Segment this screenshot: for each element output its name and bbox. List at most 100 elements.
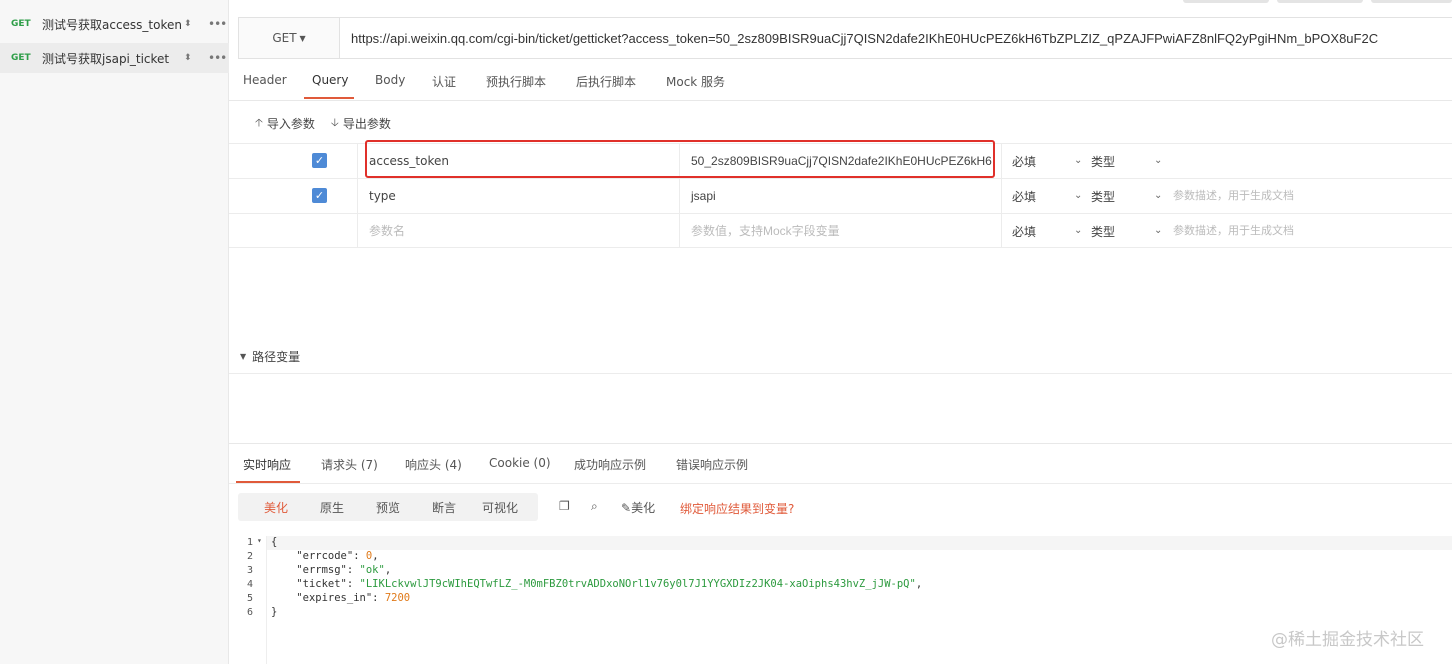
tab-response-headers[interactable]: 响应头 (4): [405, 456, 462, 473]
app-window: GET 测试号获取access_token ⬍ ••• GET 测试号获取jsa…: [0, 0, 1452, 664]
response-tabs: 实时响应 请求头 (7) 响应头 (4) Cookie (0) 成功响应示例 错…: [229, 444, 1452, 484]
type-select[interactable]: 类型: [1091, 214, 1115, 250]
line-number: 5: [247, 593, 254, 604]
bind-response-link[interactable]: 绑定响应结果到变量?: [680, 500, 794, 517]
caret-down-icon: ▼: [240, 352, 247, 361]
new-param-value-input[interactable]: 参数值，支持Mock字段变量: [680, 214, 1002, 248]
format-visualize[interactable]: 可视化: [482, 499, 518, 516]
url-bar: GET ▼ https://api.weixin.qq.com/cgi-bin/t…: [238, 17, 1452, 59]
tab-error-example[interactable]: 错误响应示例: [676, 456, 748, 473]
param-value-input[interactable]: 50_2sz809BISR9uaCjj7QISN2dafe2IKhE0HUcPE…: [680, 144, 1002, 178]
format-preview[interactable]: 预览: [376, 499, 400, 516]
line-number: 3: [247, 565, 254, 576]
required-select[interactable]: 必填: [1012, 179, 1036, 213]
active-tab-indicator: [236, 481, 300, 483]
caret-down-icon: ▼: [299, 33, 306, 43]
chevron-down-icon[interactable]: ⌄: [1154, 214, 1162, 248]
sort-icon[interactable]: ⬍: [184, 20, 192, 29]
line-number: 2: [247, 551, 254, 562]
tab-auth[interactable]: 认证: [432, 73, 456, 90]
toolbar-button[interactable]: [1277, 0, 1363, 3]
method-badge: GET: [11, 19, 31, 29]
response-panel: 实时响应 请求头 (7) 响应头 (4) Cookie (0) 成功响应示例 错…: [229, 443, 1452, 664]
watermark: @稀土掘金技术社区: [1271, 630, 1424, 650]
format-raw[interactable]: 原生: [320, 499, 344, 516]
more-icon[interactable]: •••: [208, 17, 227, 31]
response-code-viewer: 1 ▾ 2 3 4 5 6 { "errcode": 0, "errmsg": …: [229, 536, 1452, 664]
tab-pre-script[interactable]: 预执行脚本: [486, 73, 546, 90]
chevron-down-icon[interactable]: ⌄: [1074, 214, 1082, 248]
search-icon[interactable]: ⌕: [591, 499, 598, 514]
method-select[interactable]: GET ▼: [239, 18, 340, 58]
chevron-down-icon[interactable]: ⌄: [1154, 179, 1162, 213]
params-table: ✓ access_token 50_2sz809BISR9uaCjj7QISN2…: [229, 143, 1452, 248]
url-input[interactable]: https://api.weixin.qq.com/cgi-bin/ticket…: [340, 31, 1378, 46]
param-name-input[interactable]: access_token: [358, 144, 680, 178]
line-number: 6: [247, 607, 254, 618]
type-select[interactable]: 类型: [1091, 144, 1115, 180]
code-line: "errcode": 0,: [296, 550, 379, 562]
tab-query[interactable]: Query: [312, 73, 348, 87]
export-params-button[interactable]: 🡣 导出参数: [331, 114, 391, 133]
chevron-down-icon[interactable]: ⌄: [1074, 144, 1082, 178]
type-select[interactable]: 类型: [1091, 179, 1115, 215]
sidebar-item-access-token[interactable]: GET 测试号获取access_token ⬍ •••: [0, 9, 229, 39]
format-toggle-group: 美化 原生 预览 断言 可视化: [238, 493, 538, 521]
table-row: ✓ type jsapi 必填 ⌄ 类型 ⌄ 参数描述，用于生成文档: [229, 178, 1452, 213]
tab-body[interactable]: Body: [375, 73, 405, 87]
toolbar-button[interactable]: [1183, 0, 1269, 3]
code-line: "errmsg": "ok",: [296, 564, 392, 576]
method-badge: GET: [11, 53, 31, 63]
tab-request-headers[interactable]: 请求头 (7): [321, 456, 378, 473]
divider: [229, 373, 1452, 374]
more-icon[interactable]: •••: [208, 51, 227, 65]
param-io-toolbar: 🡡 导入参数 🡣 导出参数: [255, 114, 391, 133]
tab-live-response[interactable]: 实时响应: [243, 456, 291, 473]
sidebar-item-label: 测试号获取jsapi_ticket: [42, 51, 170, 66]
arrow-down-icon: 🡣: [330, 116, 339, 129]
sidebar: GET 测试号获取access_token ⬍ ••• GET 测试号获取jsa…: [0, 0, 229, 664]
tab-post-script[interactable]: 后执行脚本: [576, 73, 636, 90]
chevron-down-icon[interactable]: ⌄: [1154, 144, 1162, 178]
required-select[interactable]: 必填: [1012, 144, 1036, 178]
param-value-input[interactable]: jsapi: [680, 179, 1002, 213]
tab-success-example[interactable]: 成功响应示例: [574, 456, 646, 473]
table-row-new: 参数名 参数值，支持Mock字段变量 必填 ⌄ 类型 ⌄ 参数描述，用于生成文档: [229, 213, 1452, 248]
table-row: ✓ access_token 50_2sz809BISR9uaCjj7QISN2…: [229, 143, 1452, 178]
format-beautify[interactable]: 美化: [264, 499, 288, 516]
line-number: 1: [247, 537, 254, 548]
fold-icon[interactable]: ▾: [257, 536, 262, 545]
sidebar-item-jsapi-ticket[interactable]: GET 测试号获取jsapi_ticket ⬍ •••: [0, 43, 229, 73]
row-check-cell: [229, 214, 358, 248]
param-name-input[interactable]: type: [358, 179, 680, 213]
code-line: }: [271, 606, 278, 618]
code-line: "expires_in": 7200: [296, 592, 411, 604]
chevron-down-icon[interactable]: ⌄: [1074, 179, 1082, 213]
param-checkbox[interactable]: ✓: [312, 188, 327, 203]
current-line-highlight: [267, 536, 1452, 550]
row-check-cell: ✓: [229, 179, 358, 213]
tab-mock[interactable]: Mock 服务: [666, 73, 725, 90]
request-tabs: Header Query Body 认证 预执行脚本 后执行脚本 Mock 服务: [229, 62, 1452, 101]
toolbar-button[interactable]: [1371, 0, 1452, 3]
format-assert[interactable]: 断言: [432, 499, 456, 516]
new-param-desc-input[interactable]: 参数描述，用于生成文档: [1173, 214, 1294, 248]
required-select[interactable]: 必填: [1012, 214, 1036, 248]
method-value: GET: [272, 31, 297, 45]
import-params-button[interactable]: 🡡 导入参数: [255, 114, 315, 133]
param-desc-input[interactable]: 参数描述，用于生成文档: [1173, 179, 1294, 213]
code-line: {: [271, 536, 278, 548]
line-number: 4: [247, 579, 254, 590]
active-tab-indicator: [304, 97, 354, 99]
tab-cookie[interactable]: Cookie (0): [489, 456, 551, 470]
copy-icon[interactable]: ❐: [559, 499, 570, 513]
sort-icon[interactable]: ⬍: [184, 54, 192, 63]
sidebar-item-label: 测试号获取access_token: [42, 17, 182, 32]
param-checkbox[interactable]: ✓: [312, 153, 327, 168]
line-gutter: 1 ▾ 2 3 4 5 6: [229, 536, 267, 664]
beautify-button[interactable]: ✎美化: [621, 499, 655, 516]
tab-header[interactable]: Header: [243, 73, 287, 87]
path-vars-toggle[interactable]: ▼ 路径变量: [240, 348, 300, 365]
arrow-up-icon: 🡡: [255, 116, 263, 129]
new-param-name-input[interactable]: 参数名: [358, 214, 680, 248]
